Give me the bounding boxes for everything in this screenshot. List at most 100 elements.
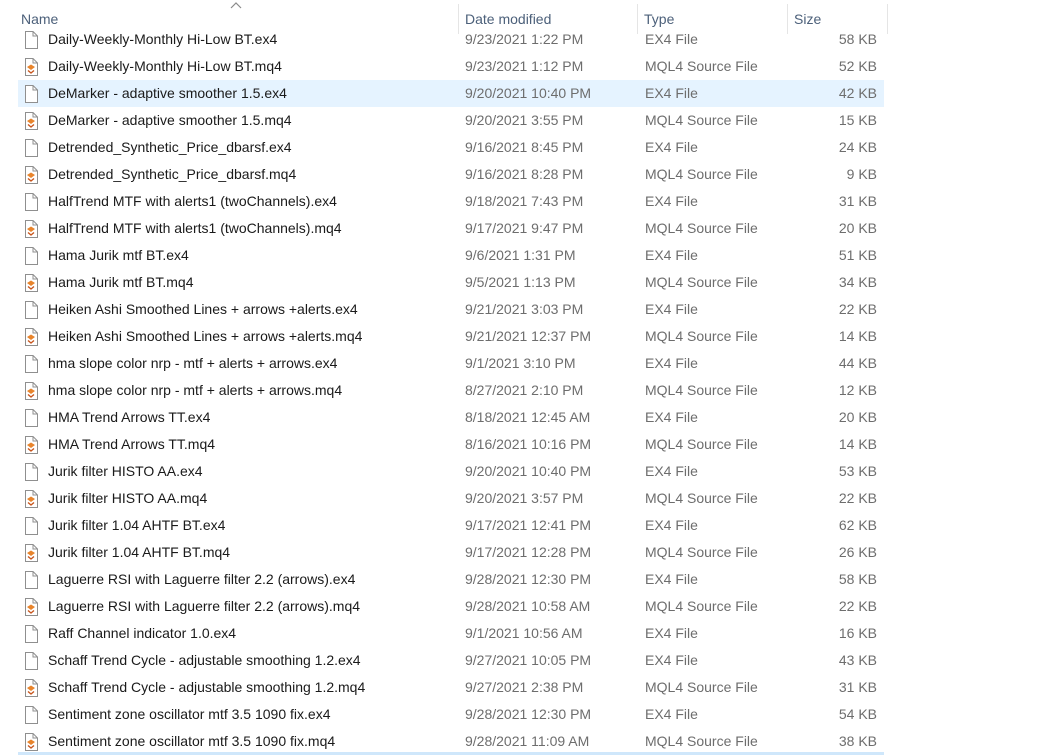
file-name: HMA Trend Arrows TT.ex4 xyxy=(48,409,211,425)
column-header-name-label: Name xyxy=(21,11,59,27)
file-size: 62 KB xyxy=(838,517,877,533)
file-date-modified: 9/6/2021 1:31 PM xyxy=(465,247,576,263)
file-name: Jurik filter HISTO AA.mq4 xyxy=(48,490,208,506)
file-row[interactable]: DeMarker - adaptive smoother 1.5.mq4 9/20… xyxy=(18,107,884,134)
file-row[interactable]: Raff Channel indicator 1.0.ex4 9/1/2021 1… xyxy=(18,620,884,647)
file-row[interactable]: hma slope color nrp - mtf + alerts + arr… xyxy=(18,377,884,404)
file-type: EX4 File xyxy=(645,463,698,479)
file-type: EX4 File xyxy=(645,31,698,47)
file-icon xyxy=(23,193,39,211)
file-date-modified: 9/5/2021 1:13 PM xyxy=(465,274,576,290)
file-name: Jurik filter 1.04 AHTF BT.mq4 xyxy=(48,544,231,560)
file-icon xyxy=(23,706,39,724)
file-type: MQL4 Source File xyxy=(645,436,758,452)
file-row[interactable]: Hama Jurik mtf BT.mq4 9/5/2021 1:13 PM MQL… xyxy=(18,269,884,296)
file-name: Sentiment zone oscillator mtf 3.5 1090 f… xyxy=(48,733,336,749)
file-row[interactable]: Schaff Trend Cycle - adjustable smoothin… xyxy=(18,647,884,674)
file-row[interactable]: Detrended_Synthetic_Price_dbarsf.ex4 9/16… xyxy=(18,134,884,161)
file-type: MQL4 Source File xyxy=(645,274,758,290)
file-type: MQL4 Source File xyxy=(645,490,758,506)
mql4-file-icon xyxy=(23,220,39,238)
file-row[interactable]: Hama Jurik mtf BT.ex4 9/6/2021 1:31 PM EX4… xyxy=(18,242,884,269)
mql4-file-icon xyxy=(23,382,39,400)
file-size: 26 KB xyxy=(838,544,877,560)
file-name: Sentiment zone oscillator mtf 3.5 1090 f… xyxy=(48,706,331,722)
file-date-modified: 9/16/2021 8:28 PM xyxy=(465,166,584,182)
file-name: Daily-Weekly-Monthly Hi-Low BT.mq4 xyxy=(48,58,282,74)
file-row[interactable]: Jurik filter 1.04 AHTF BT.ex4 9/17/2021 1… xyxy=(18,512,884,539)
file-date-modified: 8/18/2021 12:45 AM xyxy=(465,409,591,425)
file-type: EX4 File xyxy=(645,193,698,209)
mql4-file-icon xyxy=(23,328,39,346)
file-name: hma slope color nrp - mtf + alerts + arr… xyxy=(48,355,338,371)
file-date-modified: 8/16/2021 10:16 PM xyxy=(465,436,592,452)
file-date-modified: 8/27/2021 2:10 PM xyxy=(465,382,584,398)
file-name: Detrended_Synthetic_Price_dbarsf.mq4 xyxy=(48,166,297,182)
file-row[interactable]: hma slope color nrp - mtf + alerts + arr… xyxy=(18,350,884,377)
mql4-file-icon xyxy=(23,733,39,751)
file-row[interactable]: Daily-Weekly-Monthly Hi-Low BT.mq4 9/23/2… xyxy=(18,53,884,80)
file-icon xyxy=(23,625,39,643)
file-type: MQL4 Source File xyxy=(645,220,758,236)
file-type: EX4 File xyxy=(645,652,698,668)
file-row[interactable]: Heiken Ashi Smoothed Lines + arrows +ale… xyxy=(18,296,884,323)
file-type: EX4 File xyxy=(645,247,698,263)
file-row[interactable]: Detrended_Synthetic_Price_dbarsf.mq4 9/16… xyxy=(18,161,884,188)
file-type: MQL4 Source File xyxy=(645,679,758,695)
file-row[interactable]: Laguerre RSI with Laguerre filter 2.2 (a… xyxy=(18,593,884,620)
file-size: 42 KB xyxy=(838,85,877,101)
file-date-modified: 9/17/2021 12:41 PM xyxy=(465,517,592,533)
file-name: DeMarker - adaptive smoother 1.5.ex4 xyxy=(48,85,287,101)
file-date-modified: 9/28/2021 10:58 AM xyxy=(465,598,591,614)
file-size: 44 KB xyxy=(838,355,877,371)
file-row[interactable]: HalfTrend MTF with alerts1 (twoChannels)… xyxy=(18,188,884,215)
file-row[interactable]: Sentiment zone oscillator mtf 3.5 1090 f… xyxy=(18,728,884,755)
file-row[interactable]: HalfTrend MTF with alerts1 (twoChannels)… xyxy=(18,215,884,242)
mql4-file-icon xyxy=(23,544,39,562)
file-icon xyxy=(23,571,39,589)
file-row[interactable]: Jurik filter HISTO AA.ex4 9/20/2021 10:40… xyxy=(18,458,884,485)
file-row[interactable]: Jurik filter HISTO AA.mq4 9/20/2021 3:57 … xyxy=(18,485,884,512)
file-row[interactable]: DeMarker - adaptive smoother 1.5.ex4 9/20… xyxy=(18,80,884,107)
file-date-modified: 9/17/2021 9:47 PM xyxy=(465,220,584,236)
file-row[interactable]: Daily-Weekly-Monthly Hi-Low BT.ex4 9/23/2… xyxy=(18,26,884,53)
file-type: EX4 File xyxy=(645,355,698,371)
column-header-date-label: Date modified xyxy=(465,11,552,27)
file-row[interactable]: HMA Trend Arrows TT.ex4 8/18/2021 12:45 A… xyxy=(18,404,884,431)
file-size: 51 KB xyxy=(838,247,877,263)
file-row[interactable]: Sentiment zone oscillator mtf 3.5 1090 f… xyxy=(18,701,884,728)
file-size: 14 KB xyxy=(838,328,877,344)
file-row[interactable]: Schaff Trend Cycle - adjustable smoothin… xyxy=(18,674,884,701)
file-size: 9 KB xyxy=(846,166,877,182)
file-type: EX4 File xyxy=(645,625,698,641)
file-size: 22 KB xyxy=(838,301,877,317)
column-header-type-label: Type xyxy=(644,11,675,27)
file-type: MQL4 Source File xyxy=(645,544,758,560)
file-date-modified: 9/21/2021 12:37 PM xyxy=(465,328,592,344)
file-type: EX4 File xyxy=(645,409,698,425)
file-date-modified: 9/20/2021 10:40 PM xyxy=(465,85,592,101)
file-type: MQL4 Source File xyxy=(645,328,758,344)
file-size: 58 KB xyxy=(838,571,877,587)
file-row[interactable]: Heiken Ashi Smoothed Lines + arrows +ale… xyxy=(18,323,884,350)
file-row[interactable]: Laguerre RSI with Laguerre filter 2.2 (a… xyxy=(18,566,884,593)
file-row[interactable]: HMA Trend Arrows TT.mq4 8/16/2021 10:16 P… xyxy=(18,431,884,458)
file-name: Heiken Ashi Smoothed Lines + arrows +ale… xyxy=(48,301,358,317)
file-list-pane: Name Date modified Type Size Daily-Weekl… xyxy=(0,0,1053,755)
file-icon xyxy=(23,355,39,373)
file-date-modified: 9/28/2021 12:30 PM xyxy=(465,706,592,722)
mql4-file-icon xyxy=(23,490,39,508)
file-type: EX4 File xyxy=(645,301,698,317)
file-date-modified: 9/28/2021 11:09 AM xyxy=(465,733,590,749)
file-name: Jurik filter 1.04 AHTF BT.ex4 xyxy=(48,517,226,533)
file-icon xyxy=(23,463,39,481)
file-icon xyxy=(23,517,39,535)
file-name: Laguerre RSI with Laguerre filter 2.2 (a… xyxy=(48,571,356,587)
file-type: MQL4 Source File xyxy=(645,382,758,398)
file-name: Hama Jurik mtf BT.mq4 xyxy=(48,274,194,290)
file-row[interactable]: Jurik filter 1.04 AHTF BT.mq4 9/17/2021 1… xyxy=(18,539,884,566)
file-size: 34 KB xyxy=(838,274,877,290)
file-type: MQL4 Source File xyxy=(645,166,758,182)
file-date-modified: 9/1/2021 10:56 AM xyxy=(465,625,583,641)
file-size: 31 KB xyxy=(838,193,877,209)
